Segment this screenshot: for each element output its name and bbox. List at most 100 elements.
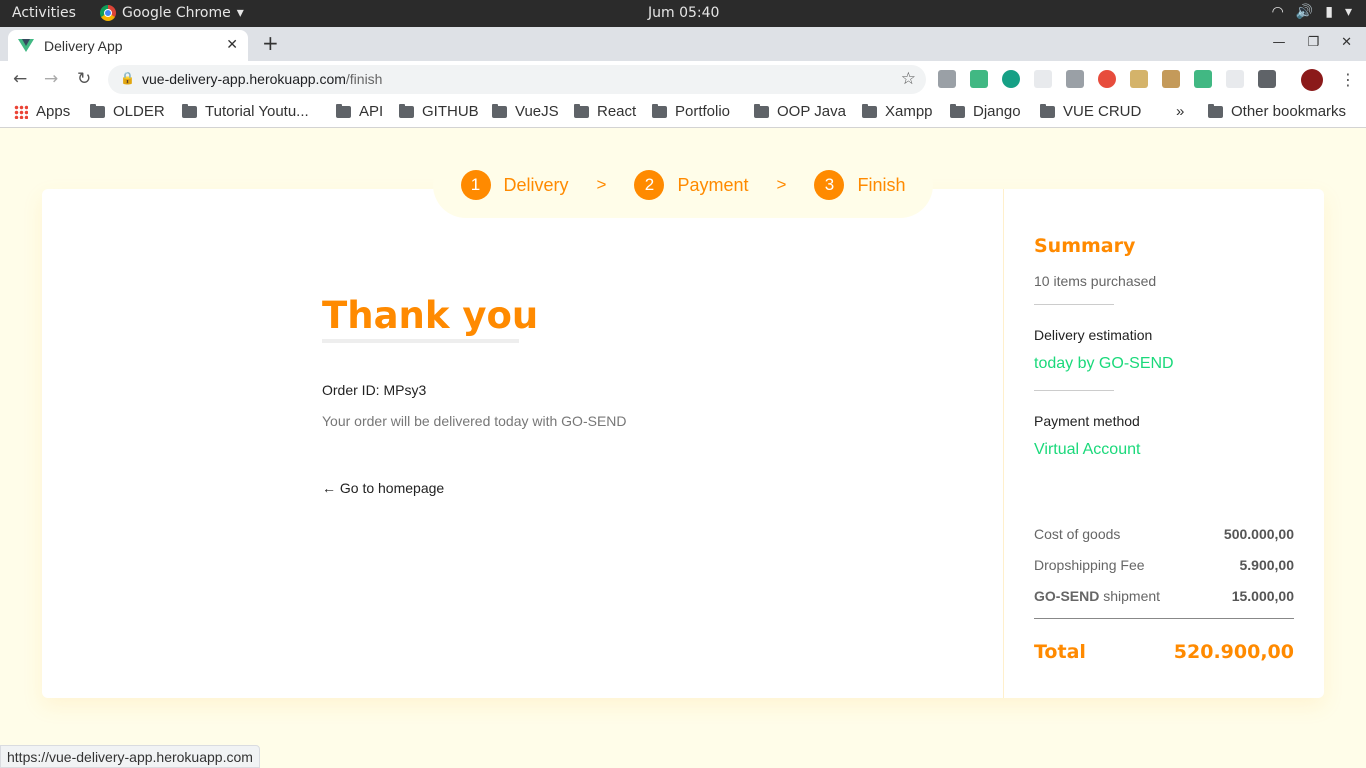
close-window-icon[interactable]: ✕ <box>1341 35 1352 50</box>
media-controls-icon[interactable] <box>1258 70 1276 88</box>
url-text[interactable]: vue-delivery-app.herokuapp.com/finish <box>142 71 382 87</box>
back-button[interactable]: ← <box>13 69 27 89</box>
extension-icon[interactable] <box>1002 70 1020 88</box>
step-number: 1 <box>460 170 491 200</box>
summary-panel: Summary 10 items purchased Delivery esti… <box>1003 189 1324 698</box>
order-id: Order ID: MPsy3 <box>322 382 427 398</box>
page-title: Thank you <box>322 294 539 337</box>
close-tab-icon[interactable]: ✕ <box>226 36 238 53</box>
bookmark-folder[interactable]: GITHUB <box>399 103 479 120</box>
step-label: Delivery <box>503 174 569 195</box>
json-icon[interactable] <box>1034 70 1052 88</box>
folder-icon <box>754 103 769 118</box>
dropshipping-fee-row: Dropshipping Fee 5.900,00 <box>1034 557 1294 573</box>
forward-button[interactable]: → <box>44 69 58 89</box>
volume-icon: 🔊 <box>1295 4 1314 20</box>
address-bar[interactable]: 🔒 vue-delivery-app.herokuapp.com/finish … <box>108 65 926 94</box>
bookmark-folder[interactable]: OOP Java <box>754 103 846 120</box>
fee-label: Dropshipping Fee <box>1034 557 1145 573</box>
profile-avatar[interactable] <box>1301 69 1323 91</box>
items-purchased: 10 items purchased <box>1034 273 1157 289</box>
bookmark-star-icon[interactable]: ☆ <box>901 69 916 89</box>
folder-icon <box>1040 103 1055 118</box>
total-divider <box>1034 618 1294 619</box>
delivery-estimation-value: today by GO-SEND <box>1034 355 1174 372</box>
folder-icon <box>336 103 351 118</box>
bookmark-apps[interactable]: Apps <box>14 103 70 120</box>
chrome-icon <box>100 5 116 21</box>
checkout-card: Thank you Order ID: MPsy3 Your order wil… <box>42 189 1324 698</box>
vue-icon[interactable] <box>1194 70 1212 88</box>
total-row: Total 520.900,00 <box>1034 641 1294 663</box>
browser-toolbar: ← → ↻ 🔒 vue-delivery-app.herokuapp.com/f… <box>0 61 1366 97</box>
step-number: 3 <box>814 170 845 200</box>
bookmark-folder[interactable]: VUE CRUD <box>1040 103 1141 120</box>
order-message: Your order will be delivered today with … <box>322 413 627 429</box>
color-picker-icon[interactable] <box>1130 70 1148 88</box>
bookmarks-overflow-button[interactable]: » <box>1176 103 1184 120</box>
folder-icon <box>90 103 105 118</box>
total-value: 520.900,00 <box>1173 641 1294 663</box>
system-tray[interactable]: ◠ 🔊 ▮ ▾ <box>1272 4 1352 20</box>
total-label: Total <box>1034 641 1086 663</box>
go-to-homepage-link[interactable]: ← Go to homepage <box>322 480 444 496</box>
bookmark-other[interactable]: Other bookmarks <box>1208 103 1346 120</box>
extension-icon[interactable] <box>1162 70 1180 88</box>
step-label: Payment <box>677 174 749 195</box>
bookmark-folder[interactable]: Tutorial Youtu... <box>182 103 309 120</box>
menu-icon[interactable]: ⋮ <box>1340 70 1356 89</box>
caret-down-icon: ▾ <box>1344 4 1352 20</box>
bookmark-folder[interactable]: OLDER <box>90 103 165 120</box>
checkout-stepper: 1 Delivery > 2 Payment > 3 Finish <box>433 152 933 218</box>
tab-delivery-app[interactable]: Delivery App ✕ <box>8 30 248 61</box>
payment-method-value: Virtual Account <box>1034 441 1141 458</box>
folder-icon <box>574 103 589 118</box>
clock[interactable]: Jum 05:40 <box>648 5 719 21</box>
step-label: Finish <box>857 174 906 195</box>
bookmark-folder[interactable]: VueJS <box>492 103 559 120</box>
extension-icon[interactable] <box>1226 70 1244 88</box>
reload-button[interactable]: ↻ <box>77 69 91 89</box>
restore-icon[interactable]: ❐ <box>1307 35 1319 50</box>
folder-icon <box>950 103 965 118</box>
status-bar-url: https://vue-delivery-app.herokuapp.com <box>0 745 260 768</box>
cost-label: Cost of goods <box>1034 526 1121 542</box>
extension-icon[interactable] <box>938 70 956 88</box>
bookmark-folder[interactable]: React <box>574 103 636 120</box>
app-menu[interactable]: Google Chrome ▾ <box>100 5 244 21</box>
lock-icon[interactable]: 🔒 <box>120 71 135 85</box>
bookmark-folder[interactable]: API <box>336 103 383 120</box>
fee-value: 5.900,00 <box>1239 557 1295 573</box>
step-separator: > <box>776 175 787 194</box>
activities-button[interactable]: Activities <box>12 5 76 21</box>
bookmark-folder[interactable]: Xampp <box>862 103 933 120</box>
title-underline <box>322 339 519 343</box>
caret-down-icon: ▾ <box>236 5 244 21</box>
apps-grid-icon <box>14 104 28 119</box>
folder-icon <box>1208 103 1223 118</box>
folder-icon <box>399 103 414 118</box>
delivery-estimation-label: Delivery estimation <box>1034 327 1153 343</box>
summary-title: Summary <box>1034 235 1136 257</box>
extensions <box>938 70 1276 88</box>
cost-value: 500.000,00 <box>1223 526 1294 542</box>
step-finish: 3 Finish <box>814 170 905 200</box>
shipment-value: 15.000,00 <box>1231 588 1294 604</box>
battery-icon: ▮ <box>1325 4 1333 20</box>
vue-devtools-icon[interactable] <box>970 70 988 88</box>
cost-of-goods-row: Cost of goods 500.000,00 <box>1034 526 1294 542</box>
camera-icon[interactable] <box>1066 70 1084 88</box>
minimize-icon[interactable]: — <box>1272 35 1285 50</box>
divider <box>1034 304 1114 305</box>
app-menu-label: Google Chrome <box>122 5 231 21</box>
folder-icon <box>182 103 197 118</box>
vue-icon <box>18 39 34 52</box>
new-tab-button[interactable]: + <box>262 31 279 55</box>
extension-icon[interactable] <box>1098 70 1116 88</box>
step-payment: 2 Payment <box>634 170 749 200</box>
step-number: 2 <box>634 170 665 200</box>
bookmark-folder[interactable]: Portfolio <box>652 103 730 120</box>
bookmark-folder[interactable]: Django <box>950 103 1021 120</box>
folder-icon <box>652 103 667 118</box>
shipment-row: GO-SEND shipment 15.000,00 <box>1034 588 1294 604</box>
